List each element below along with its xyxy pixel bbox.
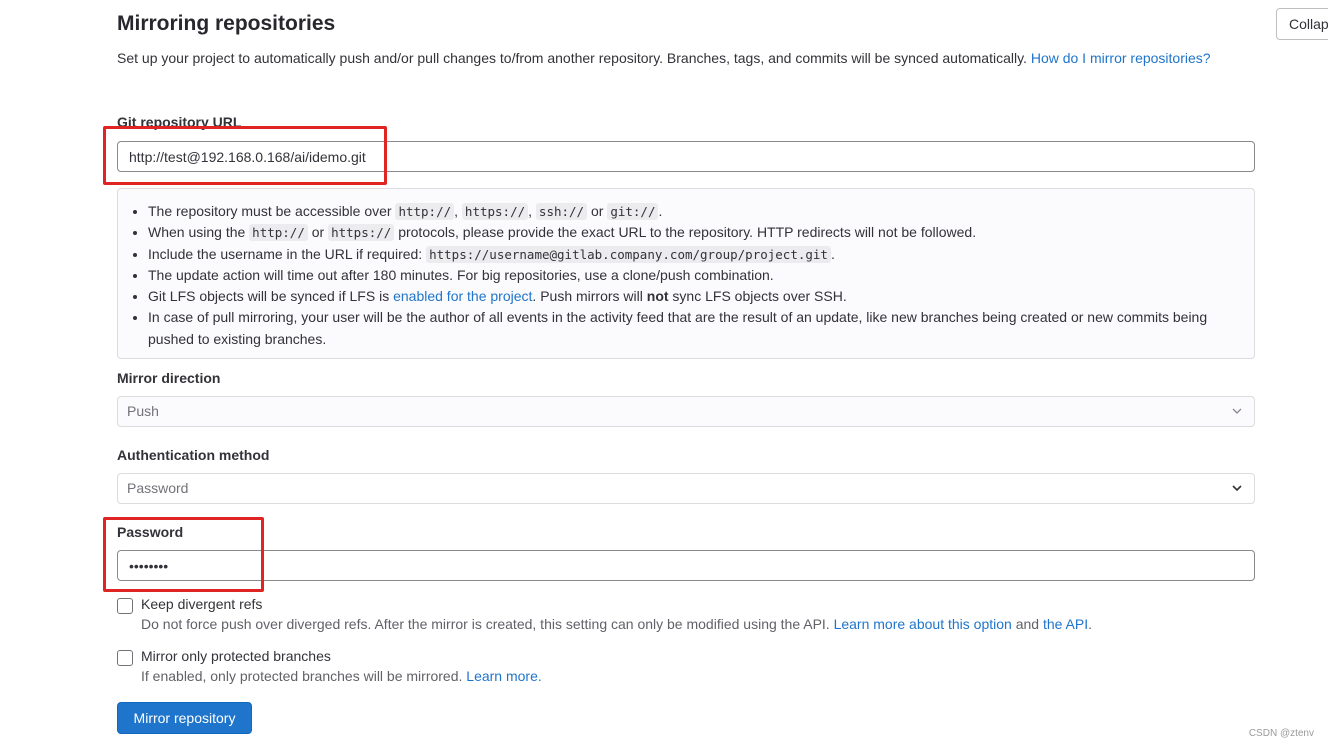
mirror-direction-value: Push	[127, 403, 159, 419]
lfs-enabled-link[interactable]: enabled for the project	[393, 288, 532, 304]
help-item: Include the username in the URL if requi…	[148, 244, 1242, 265]
protected-only-checkbox[interactable]	[117, 650, 133, 666]
auth-method-label: Authentication method	[117, 447, 270, 463]
section-description: Set up your project to automatically pus…	[117, 48, 1227, 69]
help-item: In case of pull mirroring, your user wil…	[148, 307, 1242, 350]
git-url-input[interactable]	[117, 141, 1255, 172]
help-item: When using the http:// or https:// proto…	[148, 222, 1242, 243]
keep-divergent-checkbox[interactable]	[117, 598, 133, 614]
watermark: CSDN @ztenv	[1248, 728, 1314, 739]
auth-method-value: Password	[127, 480, 189, 496]
mirror-repository-button[interactable]: Mirror repository	[117, 702, 252, 734]
chevron-down-icon	[1232, 397, 1242, 437]
git-url-label: Git repository URL	[117, 114, 242, 130]
protected-only-help: If enabled, only protected branches will…	[141, 668, 542, 684]
how-to-mirror-link[interactable]: How do I mirror repositories?	[1031, 50, 1211, 66]
help-list: The repository must be accessible over h…	[130, 201, 1242, 350]
keep-divergent-help: Do not force push over diverged refs. Af…	[141, 616, 1092, 632]
chevron-down-icon	[1232, 474, 1242, 514]
protected-only-label[interactable]: Mirror only protected branches	[141, 648, 331, 664]
help-item: The update action will time out after 18…	[148, 265, 1242, 286]
password-label: Password	[117, 524, 184, 540]
api-link[interactable]: the API	[1043, 616, 1088, 632]
password-input[interactable]	[117, 550, 1255, 581]
learn-more-link[interactable]: Learn more.	[466, 668, 541, 684]
collapse-button[interactable]: Collap	[1276, 8, 1328, 40]
url-help-box: The repository must be accessible over h…	[117, 188, 1255, 359]
page-title: Mirroring repositories	[117, 12, 336, 35]
help-item: Git LFS objects will be synced if LFS is…	[148, 286, 1242, 307]
mirror-direction-select[interactable]: Push	[117, 396, 1255, 427]
learn-more-option-link[interactable]: Learn more about this option	[834, 616, 1012, 632]
mirror-direction-label: Mirror direction	[117, 370, 221, 386]
auth-method-select[interactable]: Password	[117, 473, 1255, 504]
keep-divergent-label[interactable]: Keep divergent refs	[141, 596, 262, 612]
description-text: Set up your project to automatically pus…	[117, 50, 1031, 66]
help-item: The repository must be accessible over h…	[148, 201, 1242, 222]
